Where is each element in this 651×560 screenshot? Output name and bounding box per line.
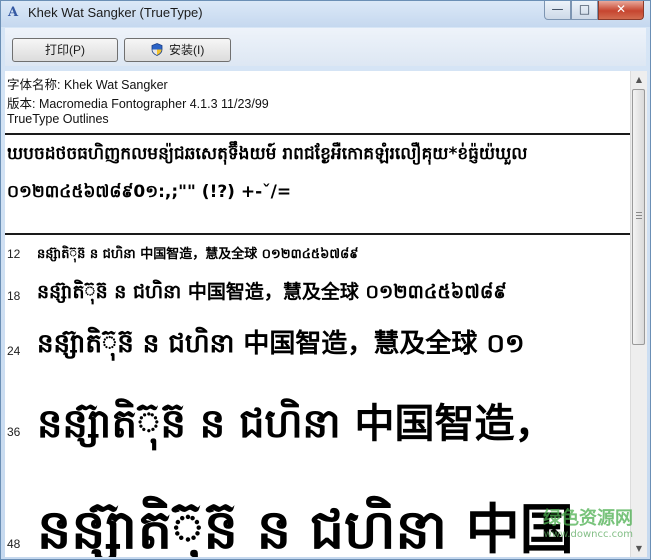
font-name-line: 字体名称: Khek Wat Sangker [7, 78, 168, 92]
close-button[interactable]: ✕ [598, 1, 644, 20]
maximize-button[interactable]: □ [571, 1, 598, 20]
sample-text: នន្ស៊ាតិ៊ុន៊ ន ជហិនា 中国智造，慧及全球 ០១២៣៤៥៦៧៨… [37, 247, 359, 262]
minimize-button[interactable]: — [544, 1, 571, 20]
sample-size-label: 18 [7, 289, 21, 303]
sample-size-label: 36 [7, 425, 21, 439]
font-type-line: TrueType Outlines [7, 112, 109, 126]
watermark-sub: www.downcc.com [543, 529, 633, 540]
title-bar[interactable]: A Khek Wat Sangker (TrueType) — □ ✕ [1, 1, 650, 27]
sample-text: នន្ស៊ាតិ៊ុន៊ ន ជហិនា 中国智造，慧及全球 ០១២៣៤៥៦៧៨… [37, 281, 507, 303]
font-preview-pane[interactable]: 字体名称: Khek Wat Sangker 版本: Macromedia Fo… [5, 71, 630, 557]
thumb-grip [636, 215, 642, 216]
print-button-label: 打印(P) [45, 43, 85, 57]
vertical-scrollbar[interactable]: ▲ ▼ [630, 71, 647, 557]
install-button[interactable]: 安装(I) [124, 38, 231, 62]
sample-text: នន្ស៊ាតិ៊ុន៊ ន ជហិនា 中国智造，慧及全球 ០១ [37, 329, 525, 359]
scroll-down-arrow-icon[interactable]: ▼ [631, 540, 647, 557]
install-button-label: 安装(I) [169, 43, 205, 57]
charset-divider [5, 233, 630, 235]
charset-line-2: ០១២៣៤៥៦៧៨៩0១:,;"" (!?) +-ˇ/= [7, 182, 292, 202]
toolbar: 打印(P) 安装(I) [5, 28, 646, 66]
thumb-grip [636, 218, 642, 219]
sample-text: នន្ស៊ាតិ៊ុន៊ ន ជហិនា 中国智造， [37, 401, 555, 447]
font-version-line: 版本: Macromedia Fontographer 4.1.3 11/23/… [7, 97, 269, 111]
charset-line-1: ឃបចដថចធហិញកលមន្យ៉ជឆសេតុទ៊ឹងយម៍ រាពជខ្ងែអ… [7, 144, 528, 164]
scrollbar-thumb[interactable] [632, 89, 645, 345]
thumb-grip [636, 212, 642, 213]
uac-shield-icon [151, 43, 163, 56]
sample-text: នន្ស៊ាតិ៊ុន៊ ន ជហិនា 中国 [37, 498, 574, 557]
scroll-up-arrow-icon[interactable]: ▲ [631, 71, 647, 88]
sample-size-label: 12 [7, 247, 21, 261]
print-button[interactable]: 打印(P) [12, 38, 118, 62]
sample-size-label: 24 [7, 344, 21, 358]
info-divider [5, 133, 630, 135]
window-title: Khek Wat Sangker (TrueType) [28, 5, 203, 20]
watermark: 绿色资源网 www.downcc.com [513, 509, 633, 541]
font-app-icon: A [8, 5, 19, 20]
sample-size-label: 48 [7, 537, 21, 551]
watermark-main: 绿色资源网 [543, 508, 633, 529]
font-viewer-window: A Khek Wat Sangker (TrueType) — □ ✕ 打印(P… [0, 0, 651, 560]
